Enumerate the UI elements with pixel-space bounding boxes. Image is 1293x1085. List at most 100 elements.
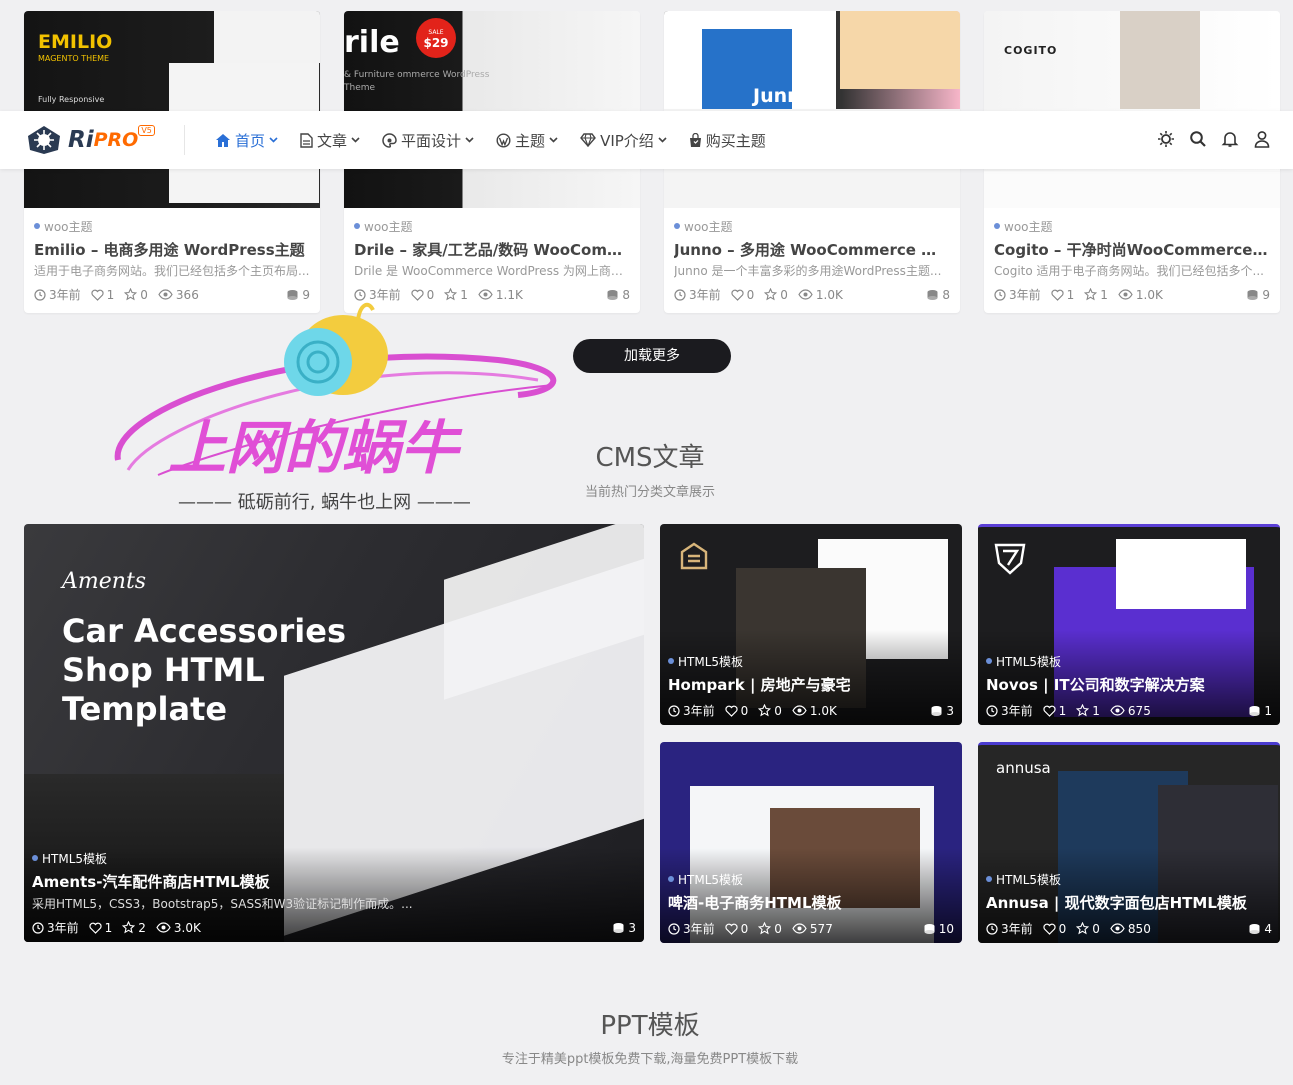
category-dot-icon [674,223,680,229]
site-logo[interactable]: Ri PRO V5 [24,111,184,169]
post-title[interactable]: Annusa | 现代数字面包店HTML模板 [986,892,1272,913]
clock-icon [354,288,366,301]
category-dot-icon [668,876,674,882]
card-title[interactable]: Cogito – 干净时尚WooCommerce 主题 [994,239,1270,261]
main-nav: 首页 文章 平面设计 主题 VIP介绍 购买主题 [215,130,766,151]
section-subtitle: 当前热门分类文章展示 [584,485,715,500]
nav-themes[interactable]: 主题 [496,130,558,151]
coins-icon [1247,289,1258,300]
coins-icon [1249,705,1260,716]
category-dot-icon [34,223,40,229]
bag-icon [689,132,701,147]
card-views: 1.0K [1135,287,1163,302]
clock-icon [668,922,680,935]
post-tile[interactable]: HTML5模板 啤酒-电子商务HTML模板 3年前 0 0 577 10 [660,742,962,943]
heart-icon [1043,705,1056,717]
user-icon[interactable] [1253,130,1271,148]
card-favs: 1 [1100,287,1108,302]
star-icon [122,921,136,934]
chevron-down-icon [351,137,360,143]
coins-icon [613,922,624,933]
chevron-down-icon [549,137,558,143]
card-time: 3年前 [49,288,81,302]
card-meta: 3年前 0 0 1.0K 8 [674,286,950,303]
post-category[interactable]: HTML5模板 [986,870,1272,888]
card-thumbnail[interactable]: EMILIO MAGENTO THEME Fully Responsive [24,11,320,208]
eye-icon [798,289,813,300]
shield-logo-icon [994,543,1026,575]
section-title: CMS文章 [595,443,705,473]
thumb-brand: annusa [996,759,1051,777]
post-category[interactable]: HTML5模板 [32,849,636,867]
card-category[interactable]: woo主题 [34,217,310,235]
card-time: 3年前 [689,288,721,302]
card-title[interactable]: Junno – 多用途 WooCommerce WordPress主题 [674,239,950,261]
card-thumbnail[interactable]: Junno [664,11,960,208]
heart-icon [91,289,104,301]
post-title[interactable]: 啤酒-电子商务HTML模板 [668,892,954,913]
building-logo-icon [680,542,708,570]
document-icon [300,132,313,148]
nav-graphic-design[interactable]: 平面设计 [382,130,474,151]
nav-buy-theme[interactable]: 购买主题 [689,130,766,151]
star-icon [1076,704,1090,717]
post-meta: 3年前 0 0 1.0K 3 [668,702,954,719]
post-desc: 采用HTML5，CSS3，Bootstrap5，SASS和W3验证标记制作而成。… [32,897,413,911]
heart-icon [411,289,424,301]
post-title[interactable]: Hompark | 房地产与豪宅 [668,674,954,695]
post-tile[interactable]: HTML5模板 Novos | IT公司和数字解决方案 3年前 1 1 675 … [978,524,1280,725]
coins-icon [931,705,942,716]
load-more-button[interactable]: 加载更多 [573,339,731,373]
clock-icon [674,288,686,301]
thumb-subtitle: MAGENTO THEME [38,54,110,63]
bell-icon[interactable] [1221,130,1239,148]
card-category[interactable]: woo主题 [354,217,630,235]
category-dot-icon [986,658,992,664]
card-category[interactable]: woo主题 [674,217,950,235]
eye-icon [1110,705,1125,716]
card-desc: Junno 是一个丰富多彩的多用途WordPress主题... [674,264,942,278]
nav-articles[interactable]: 文章 [300,130,360,151]
post-title[interactable]: Novos | IT公司和数字解决方案 [986,674,1272,695]
chevron-down-icon [465,137,474,143]
card-title[interactable]: Drile – 家具/工艺品/数码 WooCommerce WordPress主… [354,239,630,261]
home-icon [216,133,230,147]
star-icon [1076,922,1090,935]
card-time: 3年前 [1009,288,1041,302]
post-category[interactable]: HTML5模板 [668,652,954,670]
post-tile[interactable]: HTML5模板 Hompark | 房地产与豪宅 3年前 0 0 1.0K 3 [660,524,962,725]
thumb-feature: Fully Responsive [38,95,105,104]
card-views: 1.0K [815,287,843,302]
header-divider [184,125,185,155]
sun-icon[interactable] [1157,130,1175,148]
featured-post[interactable]: Aments Car Accessories Shop HTML Templat… [24,524,644,942]
card-thumbnail[interactable]: COGITO [984,11,1280,208]
clock-icon [986,922,998,935]
search-icon[interactable] [1189,130,1207,148]
site-header: Ri PRO V5 首页 文章 平面设计 主题 VIP介绍 购买主题 [0,111,1293,169]
heart-icon [725,923,738,935]
post-title[interactable]: Aments-汽车配件商店HTML模板 [32,871,636,892]
card-thumbnail[interactable]: rile SALE $29 & Furniture ommerce WordPre… [344,11,640,208]
category-dot-icon [994,223,1000,229]
post-category[interactable]: HTML5模板 [986,652,1272,670]
header-tools [1157,130,1271,148]
card-likes: 0 [746,287,755,302]
diamond-icon [580,133,596,147]
post-category[interactable]: HTML5模板 [668,870,954,888]
coins-icon [287,289,298,300]
eye-icon [156,922,171,933]
card-category[interactable]: woo主题 [994,217,1270,235]
section-title: PPT模板 [600,1011,700,1041]
post-tile[interactable]: annusa HTML5模板 Annusa | 现代数字面包店HTML模板 3年… [978,742,1280,943]
star-icon [1084,288,1098,301]
card-title[interactable]: Emilio – 电商多用途 WordPress主题 [34,239,310,261]
nav-vip[interactable]: VIP介绍 [580,130,667,151]
logo-pro: PRO [93,129,139,151]
thumb-brand: rile [344,25,400,60]
nav-home[interactable]: 首页 [215,130,278,151]
category-dot-icon [32,855,38,861]
coins-icon [927,289,938,300]
post-meta: 3年前 1 1 675 1 [986,702,1272,719]
thumb-headline: Car Accessories Shop HTML Template [62,612,346,728]
